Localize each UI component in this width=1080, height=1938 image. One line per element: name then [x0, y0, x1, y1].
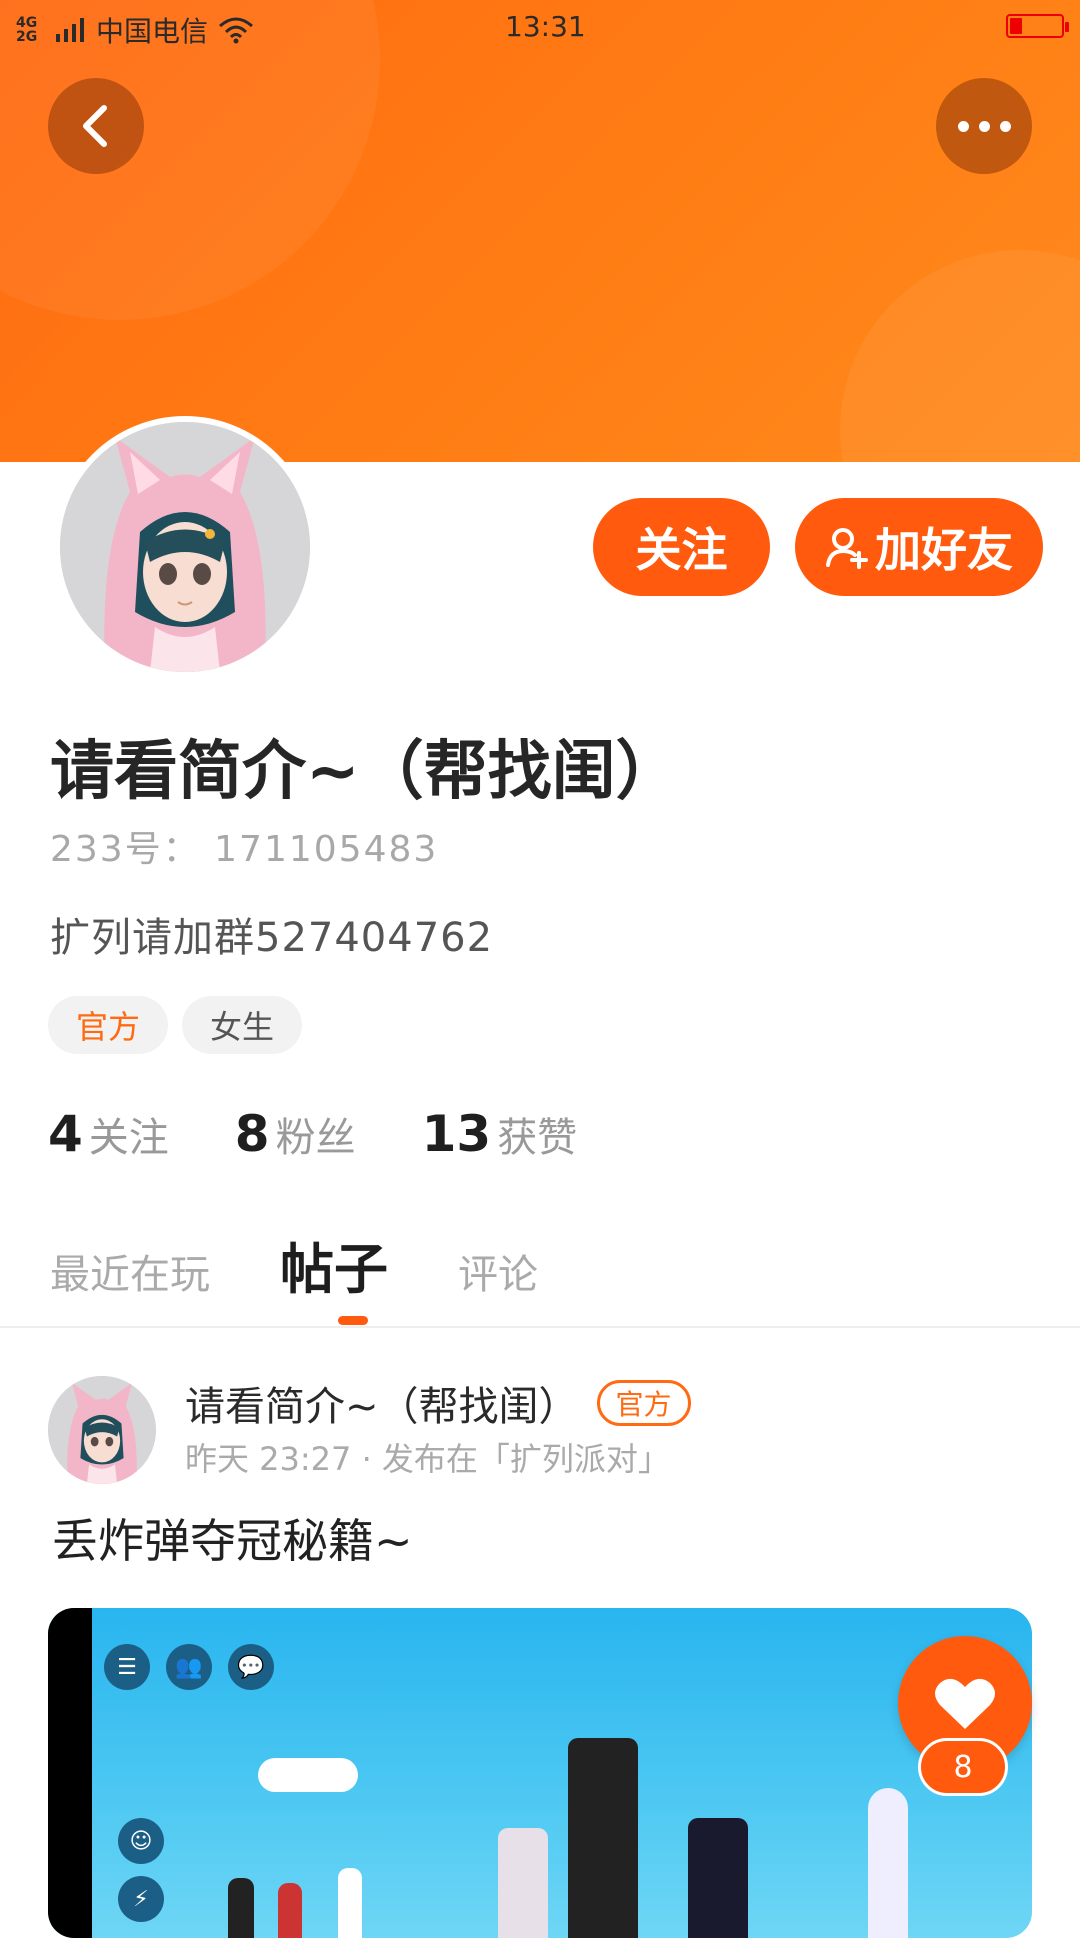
stat-count: 8: [234, 1105, 270, 1163]
chat-icon: 💬: [228, 1644, 274, 1690]
status-bar: 4G 2G 中国电信 13:31: [0, 0, 1080, 54]
wifi-icon: [219, 17, 254, 44]
stat-label: 获赞: [497, 1115, 578, 1161]
profile-name: 请看简介~（帮找闺）: [50, 735, 680, 809]
battery-icon: [1006, 14, 1069, 38]
post-meta: 昨天 23:27 · 发布在「扩列派对」: [185, 1440, 670, 1478]
post-author-row: 请看简介~（帮找闺） 官方: [185, 1374, 691, 1432]
list-icon: ☰: [104, 1644, 150, 1690]
heart-icon: [935, 1678, 995, 1729]
stat-count: 4: [48, 1105, 83, 1163]
tag-official: 官方: [48, 996, 169, 1054]
add-friend-label: 加好友: [875, 523, 1013, 577]
follow-button[interactable]: 关注: [593, 498, 770, 596]
image-letterbox: [48, 1608, 92, 1938]
profile-bio: 扩列请加群527404762: [50, 915, 494, 961]
profile-stats: 4 关注 8 粉丝 13 获赞: [48, 1105, 577, 1163]
tab-comments[interactable]: 评论: [458, 1242, 538, 1300]
more-button[interactable]: [936, 78, 1032, 174]
network-type: 4G 2G: [16, 15, 38, 45]
person-add-icon: [826, 528, 868, 569]
stat-following[interactable]: 4 关注: [48, 1105, 169, 1163]
status-time: 13:31: [505, 10, 586, 43]
game-character: [568, 1738, 638, 1938]
stat-followers[interactable]: 8 粉丝: [235, 1105, 356, 1163]
tab-recently-played[interactable]: 最近在玩: [50, 1242, 210, 1300]
post-author-avatar[interactable]: [48, 1376, 156, 1484]
anime-avatar-image: [48, 1376, 156, 1484]
emoji-icon: ☺: [118, 1818, 164, 1864]
lightning-icon: ⚡: [118, 1876, 164, 1922]
profile-tabs: 最近在玩 帖子 评论: [50, 1225, 538, 1304]
game-character: [278, 1883, 302, 1938]
back-button[interactable]: [48, 78, 144, 174]
game-character: [498, 1828, 548, 1938]
stat-likes[interactable]: 13 获赞: [422, 1105, 578, 1163]
stat-label: 关注: [88, 1115, 169, 1161]
profile-uid: 233号： 171105483: [50, 829, 439, 870]
game-rocket: [868, 1788, 908, 1938]
game-cloud: [258, 1758, 358, 1792]
game-character: [688, 1818, 748, 1938]
profile-tags: 官方 女生: [48, 996, 303, 1054]
like-count: 8: [918, 1738, 1008, 1796]
tag-gender: 女生: [182, 996, 303, 1054]
profile-avatar[interactable]: [54, 416, 316, 678]
banner-decoration: [840, 250, 1080, 462]
follow-label: 关注: [635, 523, 728, 577]
status-left: 4G 2G 中国电信: [16, 10, 254, 50]
game-character: [228, 1878, 254, 1938]
post-image[interactable]: ☰ 👥 💬 ☺ ⚡: [48, 1608, 1032, 1938]
stat-count: 13: [421, 1105, 492, 1163]
post-title[interactable]: 丢炸弹夺冠秘籍~: [52, 1505, 413, 1571]
chevron-left-icon: [83, 105, 107, 147]
post-official-badge: 官方: [596, 1380, 691, 1426]
active-tab-indicator: [338, 1316, 368, 1325]
signal-icon: [56, 18, 84, 42]
carrier-name: 中国电信: [96, 15, 209, 48]
game-character: [338, 1868, 362, 1938]
anime-avatar-image: [60, 422, 310, 672]
tabs-divider: [0, 1326, 1080, 1328]
tab-posts[interactable]: 帖子: [280, 1225, 388, 1304]
stat-label: 粉丝: [275, 1115, 356, 1161]
add-friend-button[interactable]: 加好友: [795, 498, 1043, 596]
more-dots-icon: [953, 120, 1016, 132]
friends-icon: 👥: [166, 1644, 212, 1690]
post-author-name[interactable]: 请看简介~（帮找闺）: [185, 1374, 579, 1432]
profile-header-banner: 4G 2G 中国电信 13:31: [0, 0, 1080, 462]
